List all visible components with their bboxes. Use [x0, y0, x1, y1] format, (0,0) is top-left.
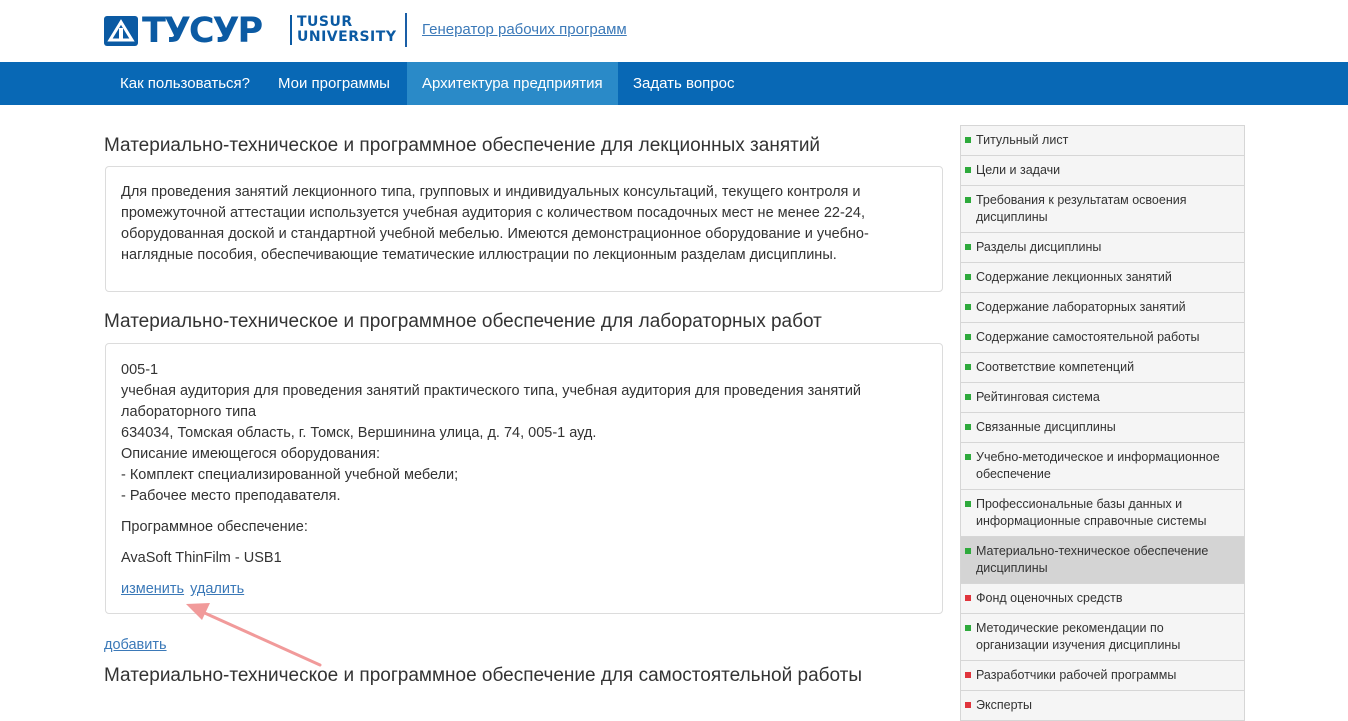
logo-subtitle: TUSUR UNIVERSITY — [290, 15, 396, 45]
status-bullet-icon — [965, 304, 971, 310]
nav-how-to-use[interactable]: Как пользоваться? — [105, 62, 265, 105]
status-bullet-icon — [965, 167, 971, 173]
sidebar-item-label: Содержание лабораторных занятий — [976, 300, 1186, 314]
logo-wordmark: ТУСУР — [142, 11, 263, 51]
sidebar-item-label: Соответствие компетенций — [976, 360, 1135, 374]
sidebar-item-label: Материально-техническое обеспечение дисц… — [976, 544, 1209, 575]
logo-subtitle-line2: UNIVERSITY — [297, 29, 397, 45]
main-navbar: Как пользоваться? Мои программы Архитект… — [0, 62, 1348, 105]
sidebar-item-label: Учебно-методическое и информационное обе… — [976, 450, 1220, 481]
logo-subtitle-line1: TUSUR — [297, 14, 353, 30]
sidebar-item-label: Разделы дисциплины — [976, 240, 1102, 254]
lecture-text: Для проведения занятий лекционного типа,… — [121, 184, 869, 263]
self-work-section-title: Материально-техническое и программное об… — [104, 665, 863, 686]
sidebar-item-label: Фонд оценочных средств — [976, 591, 1123, 605]
header-divider — [405, 13, 407, 47]
sidebar-item-labs[interactable]: Содержание лабораторных занятий — [961, 293, 1244, 323]
top-header: ТУСУР TUSUR UNIVERSITY Генератор рабочих… — [0, 0, 1348, 62]
app-title-link[interactable]: Генератор рабочих программ — [422, 21, 627, 38]
delete-link[interactable]: удалить — [190, 581, 244, 597]
sidebar-item-experts[interactable]: Эксперты — [961, 691, 1244, 720]
sidebar-item-requirements[interactable]: Требования к результатам освоения дисцип… — [961, 186, 1244, 233]
nav-enterprise-architecture[interactable]: Архитектура предприятия — [407, 62, 618, 105]
status-bullet-icon — [965, 625, 971, 631]
sidebar-item-developers[interactable]: Разработчики рабочей программы — [961, 661, 1244, 691]
sidebar-item-label: Связанные дисциплины — [976, 420, 1116, 434]
sidebar-item-databases[interactable]: Профессиональные базы данных и информаци… — [961, 490, 1244, 537]
sidebar-item-label: Содержание самостоятельной работы — [976, 330, 1200, 344]
sidebar-item-related[interactable]: Связанные дисциплины — [961, 413, 1244, 443]
sidebar-item-label: Методические рекомендации по организации… — [976, 621, 1181, 652]
sidebar-item-title-page[interactable]: Титульный лист — [961, 126, 1244, 156]
status-bullet-icon — [965, 394, 971, 400]
sidebar-item-sections[interactable]: Разделы дисциплины — [961, 233, 1244, 263]
software-heading: Программное обеспечение: — [121, 519, 308, 535]
equipment-item: - Рабочее место преподавателя. — [121, 488, 341, 504]
lab-room-description: учебная аудитория для проведения занятий… — [121, 383, 862, 420]
nav-ask-question[interactable]: Задать вопрос — [618, 62, 749, 105]
sidebar-item-label: Содержание лекционных занятий — [976, 270, 1172, 284]
edit-link[interactable]: изменить — [121, 581, 184, 597]
tusur-emblem-icon — [104, 16, 138, 46]
status-bullet-icon — [965, 548, 971, 554]
status-bullet-icon — [965, 454, 971, 460]
lab-room-address: 634034, Томская область, г. Томск, Верши… — [121, 425, 597, 441]
status-bullet-icon — [965, 364, 971, 370]
lab-panel: 005-1 учебная аудитория для проведения з… — [105, 343, 943, 614]
sidebar-item-material-support[interactable]: Материально-техническое обеспечение дисц… — [961, 537, 1244, 584]
lab-room: 005-1 — [121, 362, 159, 378]
status-bullet-icon — [965, 424, 971, 430]
sidebar-item-label: Разработчики рабочей программы — [976, 668, 1177, 682]
sidebar-item-label: Профессиональные базы данных и информаци… — [976, 497, 1207, 528]
sidebar-item-competencies[interactable]: Соответствие компетенций — [961, 353, 1244, 383]
sidebar-item-rating[interactable]: Рейтинговая система — [961, 383, 1244, 413]
tusur-logo[interactable]: ТУСУР — [104, 11, 263, 51]
status-bullet-icon — [965, 197, 971, 203]
sidebar-item-goals[interactable]: Цели и задачи — [961, 156, 1244, 186]
lab-actions: изменить удалить — [121, 579, 927, 600]
status-bullet-icon — [965, 702, 971, 708]
status-bullet-icon — [965, 672, 971, 678]
status-bullet-icon — [965, 595, 971, 601]
add-link[interactable]: добавить — [104, 637, 167, 653]
sidebar-item-label: Эксперты — [976, 698, 1032, 712]
sidebar-item-lectures[interactable]: Содержание лекционных занятий — [961, 263, 1244, 293]
sidebar-item-label: Титульный лист — [976, 133, 1069, 147]
lab-section-title: Материально-техническое и программное об… — [104, 311, 822, 332]
sidebar-item-label: Цели и задачи — [976, 163, 1061, 177]
sidebar-item-label: Требования к результатам освоения дисцип… — [976, 193, 1187, 224]
sidebar-item-methodical-support[interactable]: Учебно-методическое и информационное обе… — [961, 443, 1244, 490]
software-value: AvaSoft ThinFilm - USB1 — [121, 550, 282, 566]
sidebar-item-self-work[interactable]: Содержание самостоятельной работы — [961, 323, 1244, 353]
sidebar-item-label: Рейтинговая система — [976, 390, 1100, 404]
lecture-section-title: Материально-техническое и программное об… — [104, 135, 821, 156]
lecture-panel: Для проведения занятий лекционного типа,… — [105, 166, 943, 292]
status-bullet-icon — [965, 244, 971, 250]
nav-my-programs[interactable]: Мои программы — [263, 62, 405, 105]
sidebar-item-recommendations[interactable]: Методические рекомендации по организации… — [961, 614, 1244, 661]
sidebar-item-assessment-fund[interactable]: Фонд оценочных средств — [961, 584, 1244, 614]
status-bullet-icon — [965, 137, 971, 143]
sidebar-nav: Титульный лист Цели и задачи Требования … — [960, 125, 1245, 721]
status-bullet-icon — [965, 274, 971, 280]
status-bullet-icon — [965, 334, 971, 340]
status-bullet-icon — [965, 501, 971, 507]
equipment-heading: Описание имеющегося оборудования: — [121, 446, 380, 462]
equipment-item: - Комплект специализированной учебной ме… — [121, 467, 459, 483]
